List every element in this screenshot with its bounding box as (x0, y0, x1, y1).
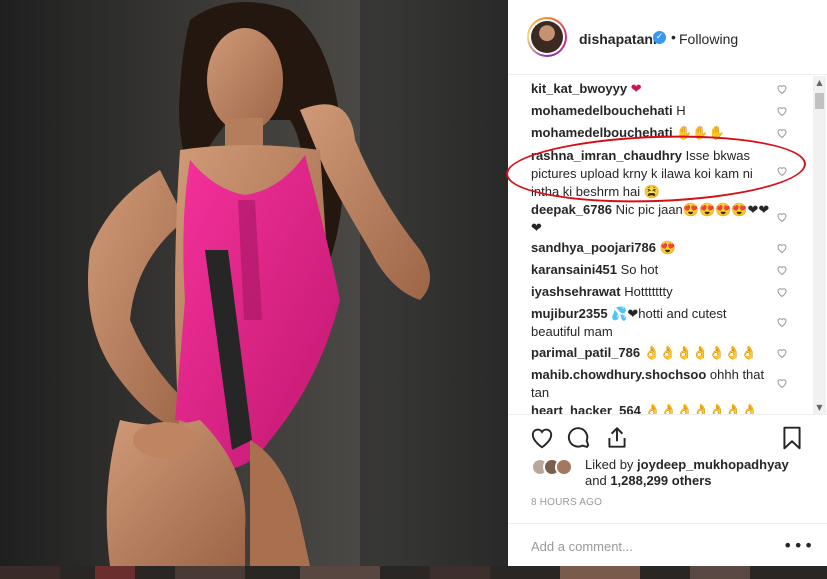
comment-item: heart_hacker_564 👌👌👌👌👌👌👌👌👌 (531, 402, 771, 414)
comments-scrollbar[interactable]: ▲ ▼ (813, 76, 826, 414)
comment-username[interactable]: parimal_patil_786 (531, 345, 640, 360)
comment-text: So hot (620, 262, 659, 277)
comment-username[interactable]: rashna_imran_chaudhry (531, 148, 682, 163)
comment-username[interactable]: mujibur2355 (531, 306, 608, 321)
comment-text: 👌👌👌👌👌👌👌 (643, 345, 758, 360)
comment-like-heart-icon[interactable] (776, 264, 788, 276)
following-button[interactable]: Following (679, 31, 738, 47)
comment-username[interactable]: deepak_6786 (531, 202, 612, 217)
separator-dot: • (671, 29, 676, 45)
comment-item: kit_kat_bwoyyy ❤ (531, 80, 771, 98)
comment-text: ✋✋✋ (676, 125, 725, 140)
share-icon[interactable] (604, 425, 630, 451)
comment-item: karansaini451 So hot (531, 261, 771, 279)
post-sidebar: dishapatani ✓ • Following kit_kat_bwoyyy… (508, 0, 827, 566)
comment-username[interactable]: mohamedelbouchehati (531, 125, 673, 140)
comment-text: Hottttttty (624, 284, 673, 299)
comment-username[interactable]: mohamedelbouchehati (531, 103, 673, 118)
comment-like-heart-icon[interactable] (776, 105, 788, 117)
comment-like-heart-icon[interactable] (776, 83, 788, 95)
comment-item: parimal_patil_786 👌👌👌👌👌👌👌 (531, 344, 771, 362)
scroll-thumb[interactable] (815, 93, 824, 109)
scroll-down-arrow-icon[interactable]: ▼ (813, 401, 826, 414)
comment-item: mahib.chowdhury.shochsoo ohhh that tan (531, 366, 766, 402)
comment-like-heart-icon[interactable] (776, 165, 788, 177)
comment-username[interactable]: sandhya_poojari786 (531, 240, 656, 255)
comment-item: sandhya_poojari786 😍 (531, 239, 771, 257)
comment-item: mohamedelbouchehati ✋✋✋ (531, 124, 771, 142)
likes-summary: Liked by joydeep_mukhopadhyay and 1,288,… (531, 456, 811, 490)
comment-item: deepak_6786 Nic pic jaan😍😍😍😍❤❤❤ (531, 201, 771, 237)
comment-text: ❤ (630, 81, 642, 96)
comment-username[interactable]: iyashsehrawat (531, 284, 621, 299)
liker-username[interactable]: joydeep_mukhopadhyay (637, 457, 789, 472)
post-photo[interactable] (0, 0, 508, 566)
avatar[interactable] (527, 17, 567, 57)
more-options-icon[interactable]: ••• (783, 536, 814, 555)
comment-text: H (676, 103, 686, 118)
photo-illustration (0, 0, 508, 566)
comment-item: mujibur2355 💦❤hotti and cutest beautiful… (531, 305, 756, 341)
comment-item: rashna_imran_chaudhry Isse bkwas picture… (531, 147, 766, 201)
comment-username[interactable]: karansaini451 (531, 262, 617, 277)
liker-avatar[interactable] (555, 458, 573, 476)
comment-like-heart-icon[interactable] (776, 242, 788, 254)
comment-item: iyashsehrawat Hottttttty (531, 283, 771, 301)
add-comment-input[interactable]: Add a comment... (531, 539, 633, 554)
post-timestamp[interactable]: 8 HOURS AGO (531, 497, 602, 508)
comment-icon[interactable] (566, 425, 592, 451)
post-header: dishapatani ✓ • Following (508, 0, 827, 75)
add-comment-bar: Add a comment... ••• (508, 523, 827, 567)
comment-like-heart-icon[interactable] (776, 347, 788, 359)
scroll-up-arrow-icon[interactable]: ▲ (813, 76, 826, 89)
verified-badge-icon: ✓ (653, 31, 666, 44)
comment-username[interactable]: mahib.chowdhury.shochsoo (531, 367, 706, 382)
comment-like-heart-icon[interactable] (776, 286, 788, 298)
comment-username[interactable]: heart_hacker_564 (531, 403, 641, 414)
comments-list[interactable]: kit_kat_bwoyyy ❤ mohamedelbouchehati H m… (508, 76, 827, 414)
comment-like-heart-icon[interactable] (776, 211, 788, 223)
comment-item: mohamedelbouchehati H (531, 102, 771, 120)
comment-like-heart-icon[interactable] (776, 316, 788, 328)
comment-text: 😍 (659, 240, 676, 255)
header-username[interactable]: dishapatani (579, 31, 657, 47)
likes-count[interactable]: 1,288,299 others (610, 473, 711, 488)
post-actions: Liked by joydeep_mukhopadhyay and 1,288,… (508, 414, 827, 566)
likes-text: Liked by joydeep_mukhopadhyay and 1,288,… (585, 457, 789, 488)
comment-like-heart-icon[interactable] (776, 377, 788, 389)
heart-icon[interactable] (529, 425, 555, 451)
comment-username[interactable]: kit_kat_bwoyyy (531, 81, 627, 96)
thumbnail-strip (0, 566, 827, 579)
bookmark-icon[interactable] (779, 425, 805, 451)
comment-like-heart-icon[interactable] (776, 127, 788, 139)
